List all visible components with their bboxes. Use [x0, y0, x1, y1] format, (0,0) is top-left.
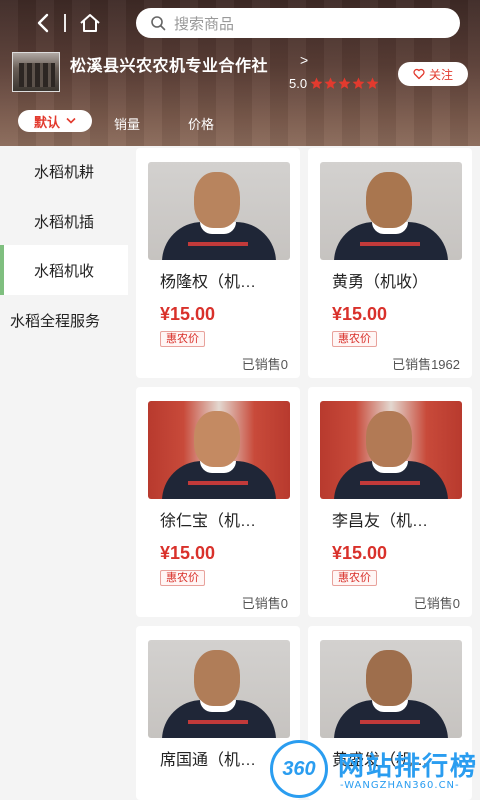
follow-button[interactable]: 关注: [398, 62, 468, 86]
rating-stars: [310, 77, 380, 90]
product-name: 黄勇（机收）: [332, 274, 429, 291]
sort-default-button[interactable]: 默认: [18, 110, 92, 132]
sold-count: 已销售0: [413, 596, 460, 611]
shop-header: 搜索商品 松溪县兴农农机专业合作社 > 5.0 关注 默认 销量 价格: [0, 0, 480, 146]
rating-value: 5.0: [289, 76, 308, 91]
product-card[interactable]: 李昌友（机… ¥15.00 惠农价 已销售0: [308, 387, 472, 617]
chevron-down-icon: [66, 117, 76, 124]
sort-sales-button[interactable]: 销量: [114, 114, 140, 133]
category-item-active[interactable]: 水稻机收: [0, 245, 128, 295]
follow-label: 关注: [428, 67, 453, 82]
price-badge: 惠农价: [332, 570, 377, 586]
product-card[interactable]: 杨隆权（机… ¥15.00 惠农价 已销售0: [136, 148, 300, 378]
category-item[interactable]: 水稻机耕: [0, 146, 128, 196]
search-input[interactable]: 搜索商品: [136, 8, 460, 38]
shop-info: 松溪县兴农农机专业合作社 > 5.0 关注: [0, 50, 480, 96]
category-item[interactable]: 水稻机插: [0, 196, 128, 246]
sort-default-label: 默认: [33, 114, 60, 130]
product-name: 黄盛发（机…: [332, 752, 429, 769]
star-icon: [338, 77, 351, 89]
heart-icon: [413, 68, 425, 80]
sold-count: 已销售0: [241, 596, 288, 611]
top-bar: 搜索商品: [0, 8, 480, 38]
product-card[interactable]: 席国通（机…: [136, 626, 300, 800]
product-photo: [148, 640, 290, 738]
shop-name[interactable]: 松溪县兴农农机专业合作社: [70, 52, 268, 76]
star-icon: [310, 77, 323, 89]
product-price: ¥15.00: [332, 543, 388, 563]
product-name: 席国通（机…: [160, 752, 257, 769]
shop-avatar[interactable]: [12, 52, 60, 92]
home-icon[interactable]: [78, 11, 102, 35]
shop-rating: 5.0: [289, 76, 380, 91]
product-photo: [320, 640, 462, 738]
product-photo: [148, 401, 290, 499]
category-item[interactable]: 水稻全程服务: [0, 295, 132, 345]
price-badge: 惠农价: [160, 570, 205, 586]
sort-bar: 默认 销量 价格: [0, 108, 480, 136]
back-arrow-icon[interactable]: [34, 12, 52, 34]
sold-count: 已销售0: [241, 357, 288, 372]
star-icon: [324, 77, 337, 89]
price-badge: 惠农价: [160, 331, 205, 347]
sold-count: 已销售1962: [392, 357, 460, 372]
category-sidebar: 水稻机耕 水稻机插 水稻机收 水稻全程服务: [0, 146, 132, 800]
product-name: 徐仁宝（机…: [160, 513, 257, 530]
product-price: ¥15.00: [160, 304, 216, 324]
divider: [64, 14, 66, 32]
product-photo: [320, 162, 462, 260]
product-card[interactable]: 黄勇（机收） ¥15.00 惠农价 已销售1962: [308, 148, 472, 378]
price-badge: 惠农价: [332, 331, 377, 347]
star-icon: [352, 77, 365, 89]
search-icon: [151, 16, 166, 31]
star-icon: [366, 77, 379, 89]
sort-price-button[interactable]: 价格: [188, 114, 214, 133]
product-card[interactable]: 黄盛发（机…: [308, 626, 472, 800]
product-photo: [148, 162, 290, 260]
product-name: 李昌友（机…: [332, 513, 429, 530]
product-price: ¥15.00: [332, 304, 388, 324]
product-photo: [320, 401, 462, 499]
product-price: ¥15.00: [160, 543, 216, 563]
shop-detail-arrow[interactable]: >: [300, 52, 308, 68]
product-name: 杨隆权（机…: [160, 274, 257, 291]
product-card[interactable]: 徐仁宝（机… ¥15.00 惠农价 已销售0: [136, 387, 300, 617]
search-placeholder: 搜索商品: [174, 15, 235, 33]
